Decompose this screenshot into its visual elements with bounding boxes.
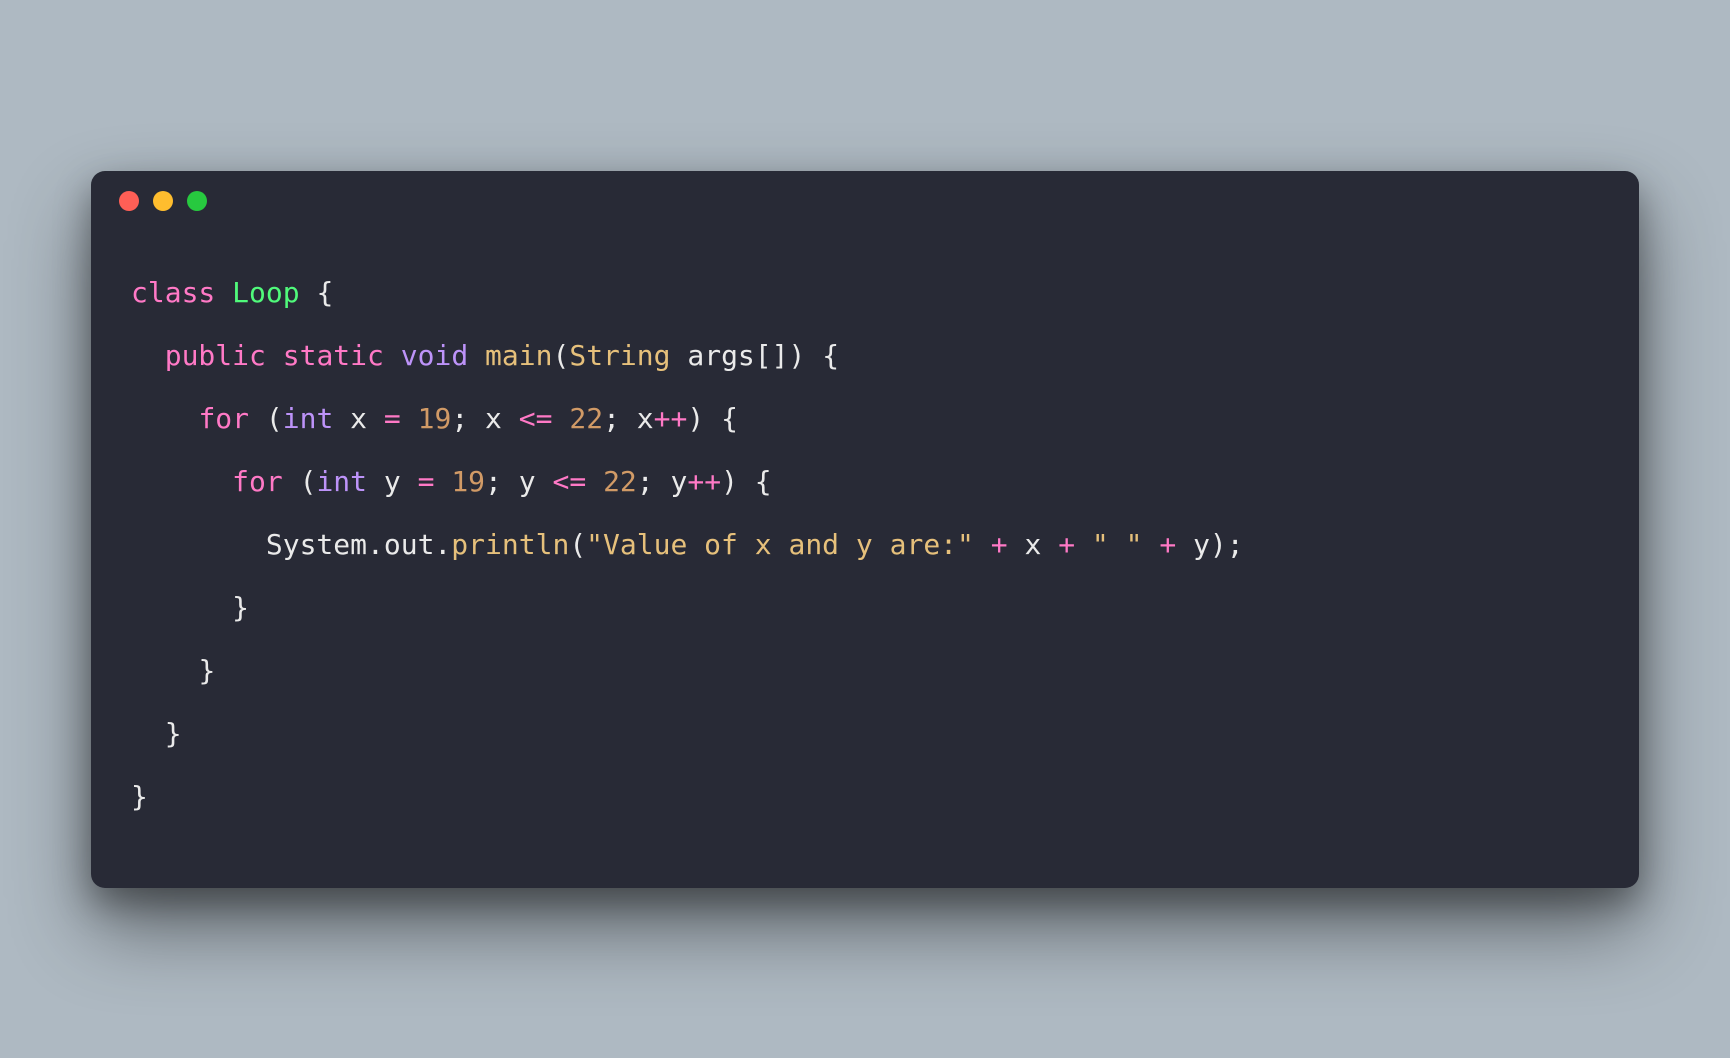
code-token-op: +	[1058, 528, 1075, 561]
code-token-plain: (	[552, 339, 569, 372]
stage: class Loop { public static void main(Str…	[0, 0, 1730, 1058]
code-token-kw: for	[198, 402, 265, 435]
code-block: class Loop { public static void main(Str…	[91, 231, 1639, 828]
code-token-plain	[974, 528, 991, 561]
code-token-fn: main	[485, 339, 552, 372]
code-token-op: <=	[519, 402, 553, 435]
code-line: System.out.println("Value of x and y are…	[131, 528, 1244, 561]
code-token-op: =	[418, 465, 435, 498]
code-token-type: int	[283, 402, 334, 435]
code-token-op: ++	[654, 402, 688, 435]
zoom-icon[interactable]	[187, 191, 207, 211]
code-token-op: <=	[552, 465, 586, 498]
code-token-plain: ) {	[687, 402, 738, 435]
code-window: class Loop { public static void main(Str…	[91, 171, 1639, 888]
code-token-class: Loop	[232, 276, 299, 309]
code-token-num: 22	[569, 402, 603, 435]
code-token-plain: }	[131, 780, 148, 813]
code-line: for (int y = 19; y <= 22; y++) {	[131, 465, 772, 498]
code-token-plain: ; y	[485, 465, 552, 498]
titlebar	[91, 171, 1639, 231]
code-token-plain	[552, 402, 569, 435]
code-token-plain: ; x	[451, 402, 518, 435]
code-token-type: void	[401, 339, 485, 372]
code-token-kw: for	[232, 465, 299, 498]
code-token-plain: args[]) {	[671, 339, 840, 372]
code-token-op: =	[384, 402, 401, 435]
code-token-num: 19	[451, 465, 485, 498]
code-token-plain	[434, 465, 451, 498]
code-line: }	[131, 654, 215, 687]
code-line: }	[131, 780, 148, 813]
code-token-plain: {	[300, 276, 334, 309]
code-token-lit: "Value of x and y are:"	[586, 528, 974, 561]
code-token-type: int	[316, 465, 367, 498]
code-token-plain: ) {	[721, 465, 772, 498]
code-token-plain	[401, 402, 418, 435]
code-token-num: 22	[603, 465, 637, 498]
code-line: }	[131, 591, 249, 624]
code-token-plain	[1075, 528, 1092, 561]
code-token-plain	[586, 465, 603, 498]
code-token-plain: System.out.	[266, 528, 451, 561]
code-token-plain	[1143, 528, 1160, 561]
code-token-plain: (	[300, 465, 317, 498]
minimize-icon[interactable]	[153, 191, 173, 211]
code-token-plain: (	[266, 402, 283, 435]
code-token-plain: }	[165, 717, 182, 750]
code-token-kw: public	[165, 339, 283, 372]
code-line: public static void main(String args[]) {	[131, 339, 839, 372]
code-token-lit: " "	[1092, 528, 1143, 561]
code-token-plain: x	[1008, 528, 1059, 561]
code-token-plain: }	[232, 591, 249, 624]
close-icon[interactable]	[119, 191, 139, 211]
code-token-op: +	[1159, 528, 1176, 561]
code-token-fn: println	[451, 528, 569, 561]
code-token-op: ++	[687, 465, 721, 498]
code-token-plain: y);	[1176, 528, 1243, 561]
code-token-plain: x	[333, 402, 384, 435]
code-token-str: String	[569, 339, 670, 372]
code-line: for (int x = 19; x <= 22; x++) {	[131, 402, 738, 435]
code-line: }	[131, 717, 182, 750]
code-token-plain: ; y	[637, 465, 688, 498]
code-token-op: +	[991, 528, 1008, 561]
code-token-plain: ; x	[603, 402, 654, 435]
code-token-num: 19	[418, 402, 452, 435]
code-token-kw: static	[283, 339, 401, 372]
code-token-plain: }	[198, 654, 215, 687]
code-token-plain: y	[367, 465, 418, 498]
code-token-plain: (	[569, 528, 586, 561]
code-line: class Loop {	[131, 276, 333, 309]
code-token-kw: class	[131, 276, 232, 309]
